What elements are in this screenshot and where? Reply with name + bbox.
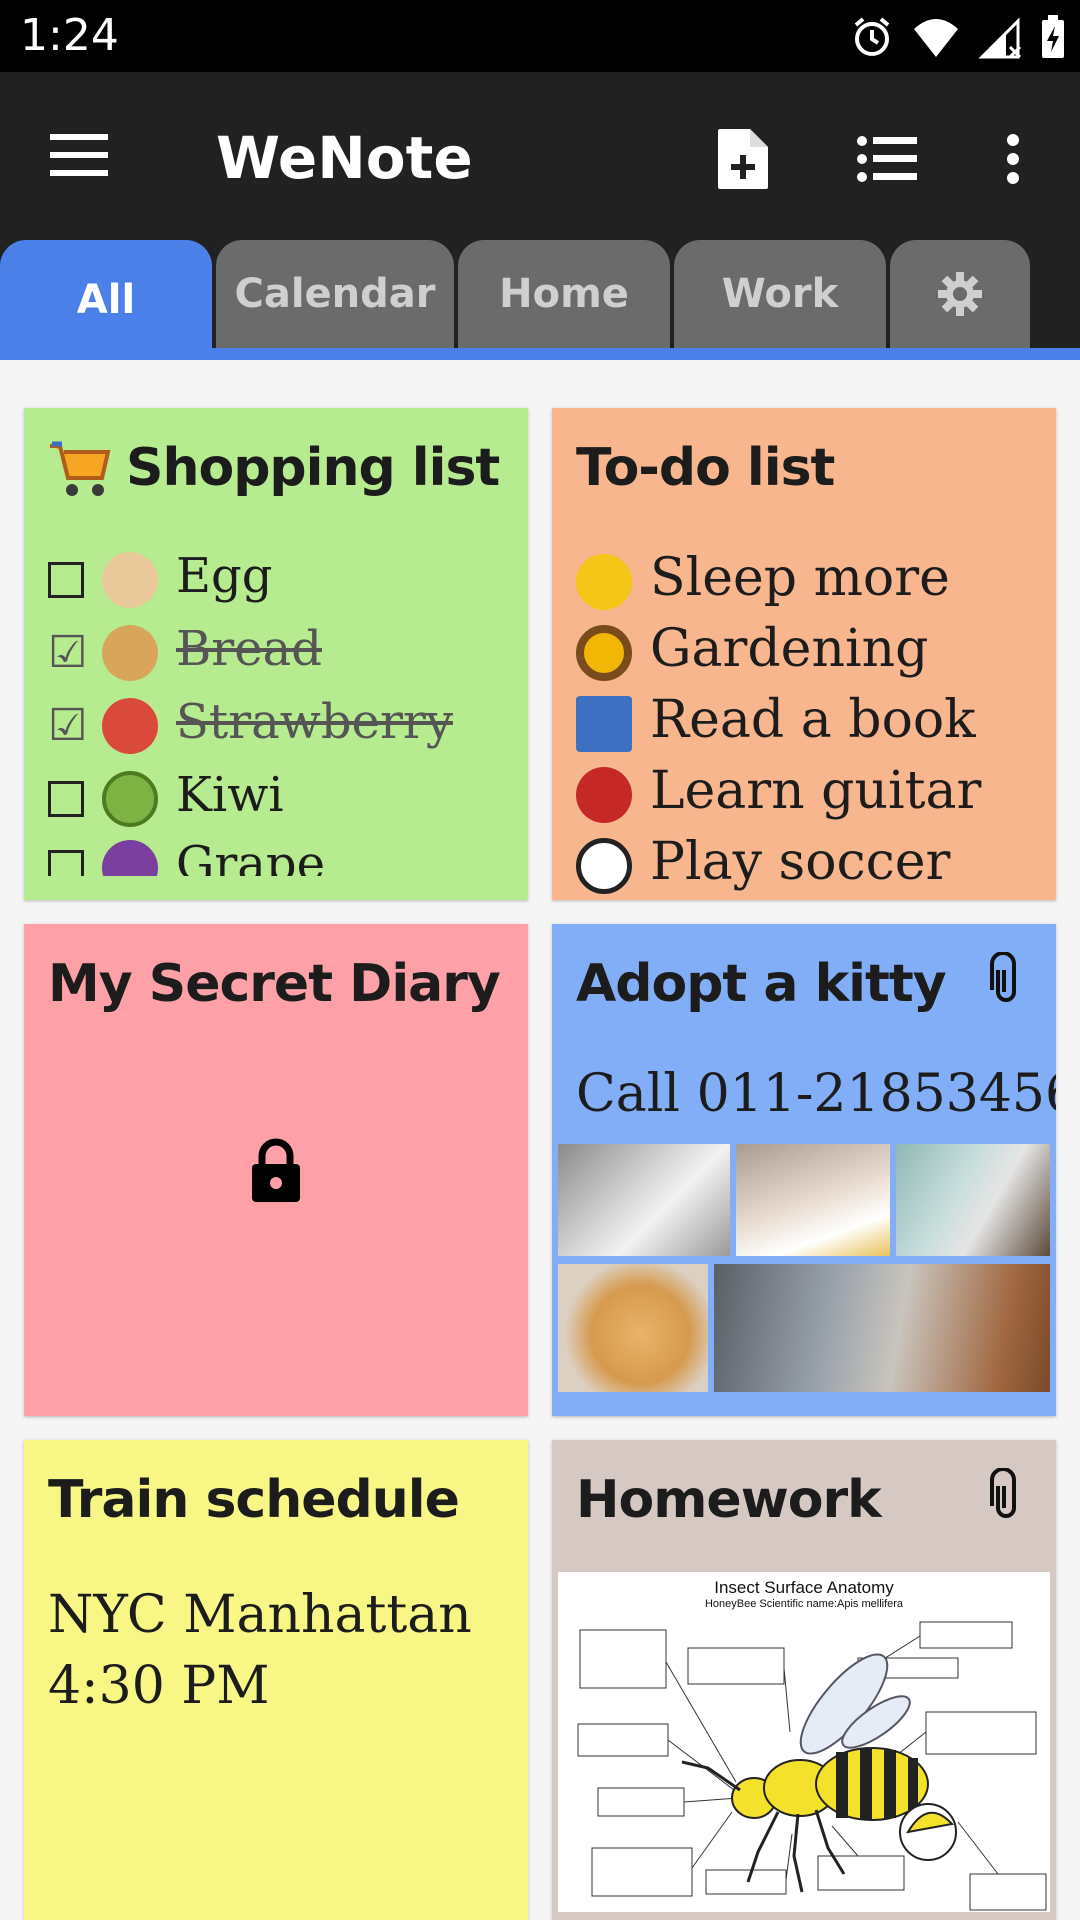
sleepy-face-icon xyxy=(576,553,632,610)
tab-all[interactable]: All xyxy=(0,240,212,360)
gear-icon xyxy=(938,272,982,316)
shopping-cart-icon xyxy=(50,441,111,496)
note-shopping-list[interactable]: Shopping list Egg ☑ Bread ☑ Strawberry Kiw… xyxy=(24,408,528,900)
paperclip-icon xyxy=(990,1468,1016,1518)
checkbox-unchecked[interactable] xyxy=(48,561,84,598)
status-time: 1:24 xyxy=(20,10,119,61)
book-icon xyxy=(576,695,632,752)
lock-icon xyxy=(252,1138,300,1202)
strawberry-icon xyxy=(102,697,158,754)
battery-icon xyxy=(1042,15,1064,58)
note-title: Train schedule xyxy=(48,1470,460,1530)
note-adopt-kitty[interactable]: Adopt a kitty Call 011-21853456 xyxy=(552,924,1056,1416)
new-note-button[interactable] xyxy=(708,124,778,194)
todo-item: Gardening xyxy=(576,619,928,681)
hamburger-menu-icon[interactable] xyxy=(50,130,116,180)
note-todo-list[interactable]: To-do list Sleep more Gardening Read a b… xyxy=(552,408,1056,900)
todo-item: Learn guitar xyxy=(576,761,981,823)
image-subtitle: HoneyBee Scientific name:Apis mellifera xyxy=(704,1598,904,1610)
checklist-item[interactable]: ☑ Strawberry xyxy=(48,694,453,754)
egg-icon xyxy=(102,551,158,608)
checklist-item[interactable]: Kiwi xyxy=(48,767,284,827)
checklist-item[interactable]: ☑ Bread xyxy=(48,621,322,681)
kitten-photo[interactable] xyxy=(714,1264,1050,1392)
note-body: NYC Manhattan 4:30 PM xyxy=(48,1580,472,1722)
kiwi-icon xyxy=(102,770,158,827)
checklist-icon xyxy=(857,136,917,182)
paperclip-icon xyxy=(990,952,1016,1002)
tab-home[interactable]: Home xyxy=(458,240,670,348)
signal-icon xyxy=(978,17,1022,59)
note-title: My Secret Diary xyxy=(48,954,501,1014)
checkbox-checked-icon[interactable]: ☑ xyxy=(48,627,87,678)
kitten-photo[interactable] xyxy=(896,1144,1050,1256)
new-note-icon xyxy=(718,129,768,189)
kitten-photo[interactable] xyxy=(558,1144,730,1256)
sunflower-icon xyxy=(576,624,632,681)
wifi-icon xyxy=(914,19,958,57)
status-bar: 1:24 xyxy=(0,0,1080,72)
tab-work[interactable]: Work xyxy=(674,240,886,348)
kitten-photo[interactable] xyxy=(558,1264,708,1392)
tab-calendar[interactable]: Calendar xyxy=(216,240,454,348)
image-title: Insect Surface Anatomy xyxy=(714,1578,894,1597)
note-title: To-do list xyxy=(576,438,835,498)
note-secret-diary[interactable]: My Secret Diary xyxy=(24,924,528,1416)
guitar-icon xyxy=(576,766,632,823)
checklist-item[interactable]: Egg xyxy=(48,548,273,608)
checkbox-unchecked[interactable] xyxy=(48,780,84,817)
bee-diagram xyxy=(577,1621,1047,1911)
homework-image[interactable]: Insect Surface Anatomy HoneyBee Scientif… xyxy=(558,1572,1050,1912)
todo-item: Read a book xyxy=(576,690,976,752)
checkbox-checked-icon[interactable]: ☑ xyxy=(48,700,87,751)
note-fade xyxy=(24,876,528,900)
note-title: Adopt a kitty xyxy=(576,954,947,1014)
note-body-line: NYC Manhattan xyxy=(48,1585,472,1645)
kitten-photo[interactable] xyxy=(736,1144,890,1256)
note-train-schedule[interactable]: Train schedule NYC Manhattan 4:30 PM xyxy=(24,1440,528,1920)
tab-indicator-strip xyxy=(0,348,1080,360)
todo-item: Play soccer xyxy=(576,832,950,894)
tab-bar: All Calendar Home Work xyxy=(0,240,1080,360)
checklist-button[interactable] xyxy=(852,124,922,194)
bread-icon xyxy=(102,624,158,681)
note-body: Call 011-21853456 xyxy=(576,1064,1056,1124)
app-title: WeNote xyxy=(216,124,473,192)
note-title: Shopping list xyxy=(126,438,500,498)
alarm-icon xyxy=(854,17,890,56)
more-options-button[interactable] xyxy=(978,124,1048,194)
status-icons xyxy=(850,12,1066,62)
tab-settings[interactable] xyxy=(890,240,1030,348)
note-body-line: 4:30 PM xyxy=(48,1656,270,1716)
note-title-row: Shopping list xyxy=(48,438,500,498)
soccer-ball-icon xyxy=(576,837,632,894)
note-title: Homework xyxy=(576,1470,882,1530)
todo-item: Sleep more xyxy=(576,548,950,610)
note-homework[interactable]: Homework Insect Surface Anatomy HoneyBee… xyxy=(552,1440,1056,1920)
app-bar: WeNote xyxy=(0,72,1080,240)
more-vert-icon xyxy=(1007,134,1019,184)
